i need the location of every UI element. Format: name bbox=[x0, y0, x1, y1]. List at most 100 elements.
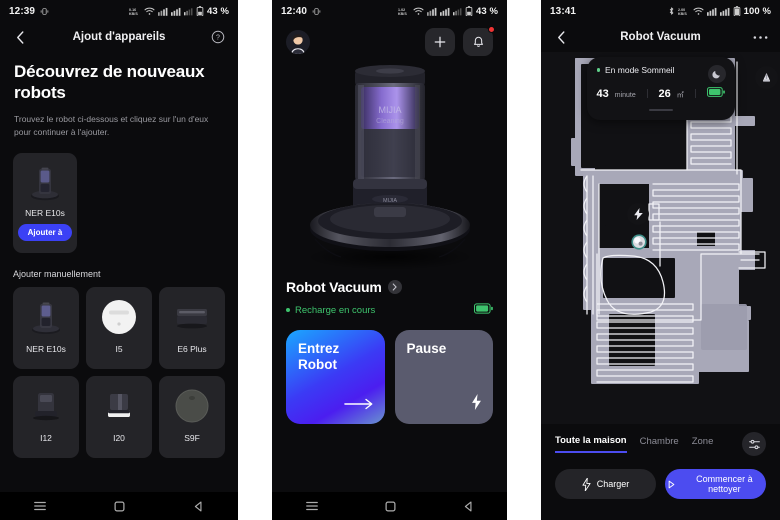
back-triangle-icon[interactable] bbox=[192, 500, 205, 513]
home-icon[interactable] bbox=[113, 500, 126, 513]
battery-full-icon bbox=[706, 87, 725, 97]
signal-icon bbox=[706, 7, 716, 16]
back-button[interactable] bbox=[551, 27, 571, 47]
svg-text:KB/S: KB/S bbox=[678, 12, 687, 16]
square-dock-icon bbox=[96, 385, 142, 427]
status-bar-left: 12:40 bbox=[281, 6, 321, 17]
start-cleaning-label: Commencer à nettoyer bbox=[696, 473, 753, 494]
robot-status-card: En mode Sommeil 43 minute 26 ㎡ bbox=[586, 57, 735, 120]
charge-button-label: Charger bbox=[596, 478, 630, 489]
card-drag-handle[interactable] bbox=[648, 109, 673, 111]
data-speed-icon: 1.02KB/S bbox=[398, 7, 407, 16]
notifications-button[interactable] bbox=[463, 26, 495, 56]
battery-percent: 43 % bbox=[475, 5, 498, 17]
battery-indicator bbox=[706, 84, 725, 102]
featured-device-card[interactable]: NER E10s Ajouter à bbox=[13, 152, 77, 253]
device-tile-s9f[interactable]: S9F bbox=[159, 375, 225, 458]
status-dot bbox=[286, 308, 290, 312]
device-status-row: Recharge en cours bbox=[272, 295, 507, 319]
device-detail-button[interactable] bbox=[387, 280, 402, 294]
signal-icon bbox=[170, 7, 181, 16]
pause-action[interactable]: Pause bbox=[394, 330, 493, 424]
avatar-icon bbox=[286, 30, 310, 54]
start-cleaning-button[interactable]: Commencer à nettoyer bbox=[665, 469, 766, 499]
manual-add-label: Ajouter manuellement bbox=[13, 268, 101, 279]
data-speed-icon: 2.00KB/S bbox=[678, 7, 687, 16]
signal-icon bbox=[719, 7, 729, 16]
menu-icon[interactable] bbox=[305, 499, 319, 513]
area-unit: ㎡ bbox=[676, 92, 684, 99]
page-title: Robot Vacuum bbox=[620, 31, 701, 43]
app-bar: Ajout d'appareils ? bbox=[0, 22, 238, 52]
charge-marker[interactable] bbox=[627, 203, 649, 225]
wifi-icon bbox=[692, 7, 704, 15]
tab-whole-house[interactable]: Toute la maison bbox=[555, 435, 627, 453]
mode-text: En mode Sommeil bbox=[605, 65, 675, 75]
cleaning-map[interactable]: En mode Sommeil 43 minute 26 ㎡ bbox=[541, 52, 780, 424]
home-icon[interactable] bbox=[384, 500, 397, 513]
wifi-icon bbox=[413, 7, 424, 15]
mode-dot bbox=[596, 68, 600, 72]
bolt-icon bbox=[582, 477, 591, 491]
device-tile-i20[interactable]: I20 bbox=[86, 375, 152, 458]
device-tile-i5[interactable]: I5 bbox=[86, 286, 152, 369]
device-actions: Entrez Robot Pause bbox=[272, 319, 507, 424]
round-dark-robot-icon bbox=[169, 385, 215, 427]
battery-icon bbox=[196, 6, 204, 16]
area-value: 26 bbox=[658, 88, 671, 100]
flat-dock-icon bbox=[169, 296, 215, 338]
more-options-button[interactable] bbox=[750, 27, 770, 47]
data-speed-icon: 0.16KB/S bbox=[129, 7, 138, 15]
device-tile-label: I12 bbox=[40, 432, 52, 443]
svg-text:MIJIA: MIJIA bbox=[378, 105, 401, 115]
back-triangle-icon[interactable] bbox=[462, 500, 475, 513]
sleep-moon-icon[interactable] bbox=[707, 65, 726, 83]
bluetooth-icon bbox=[669, 7, 673, 15]
device-tile-e6-plus[interactable]: E6 Plus bbox=[159, 286, 225, 369]
enter-robot-action[interactable]: Entrez Robot bbox=[286, 330, 385, 424]
dock-tower-icon bbox=[23, 296, 69, 338]
svg-text:KB/S: KB/S bbox=[398, 12, 407, 16]
home-header bbox=[272, 22, 507, 56]
svg-text:1.02: 1.02 bbox=[398, 7, 405, 11]
battery-icon bbox=[465, 6, 473, 16]
tab-room[interactable]: Chambre bbox=[640, 436, 679, 452]
add-button[interactable] bbox=[425, 28, 455, 56]
duration-unit: minute bbox=[614, 92, 636, 99]
back-button[interactable] bbox=[10, 27, 30, 47]
bell-icon bbox=[473, 36, 483, 47]
robot-metrics: 43 minute 26 ㎡ bbox=[597, 84, 725, 102]
device-title-row: Robot Vacuum bbox=[272, 273, 507, 295]
device-tile-ner-e10s[interactable]: NER E10s bbox=[13, 286, 79, 369]
device-tile-label: S9F bbox=[184, 432, 200, 443]
dock-station-marker[interactable] bbox=[755, 66, 778, 89]
charge-button[interactable]: Charger bbox=[555, 469, 656, 499]
help-button[interactable]: ? bbox=[208, 27, 228, 47]
status-bar-left: 13:41 bbox=[550, 6, 576, 17]
plus-icon bbox=[434, 36, 446, 48]
page-title: Ajout d'appareils bbox=[72, 31, 166, 43]
battery-percent: 43 % bbox=[206, 5, 229, 17]
chevron-left-icon bbox=[16, 30, 23, 44]
dock-station-icon bbox=[762, 73, 771, 82]
chevron-left-icon bbox=[557, 30, 564, 44]
signal-icon bbox=[157, 7, 168, 16]
menu-icon[interactable] bbox=[33, 499, 47, 513]
page-heading: Découvrez de nouveaux robots bbox=[14, 62, 205, 102]
chevron-right-icon bbox=[392, 283, 397, 291]
status-bar-right: 1.02 KB/S 43 % bbox=[398, 6, 498, 17]
add-device-button[interactable]: Ajouter à bbox=[17, 223, 73, 241]
user-avatar[interactable] bbox=[286, 30, 310, 54]
signal-icon bbox=[426, 7, 437, 16]
device-tile-i12[interactable]: I12 bbox=[13, 375, 79, 458]
signal-icon bbox=[439, 7, 450, 16]
device-tile-label: I5 bbox=[115, 343, 123, 354]
device-tile-label: I20 bbox=[113, 432, 125, 443]
map-settings-button[interactable] bbox=[742, 432, 766, 456]
tab-zone[interactable]: Zone bbox=[692, 436, 714, 452]
status-text: Recharge en cours bbox=[295, 304, 376, 316]
status-bar: 12:39 0.16 KB/S 43 % bbox=[0, 0, 238, 22]
sliders-icon bbox=[748, 439, 760, 449]
duration-value: 43 bbox=[596, 88, 609, 100]
robot-marker[interactable] bbox=[631, 234, 647, 250]
